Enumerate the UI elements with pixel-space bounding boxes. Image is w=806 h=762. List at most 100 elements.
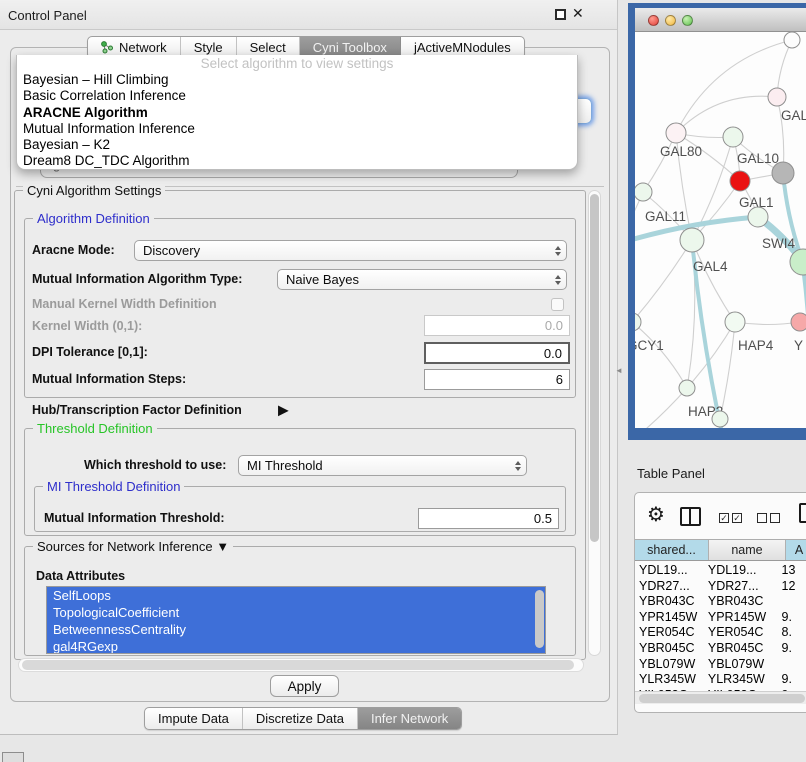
kernel-width-field[interactable]: 0.0 — [424, 315, 570, 336]
table-cell: YBL079W — [635, 657, 704, 673]
data-attributes-list[interactable]: SelfLoopsTopologicalCoefficientBetweenne… — [46, 586, 546, 654]
deselect-all-icon[interactable] — [757, 513, 780, 523]
attribute-item[interactable]: TopologicalCoefficient — [47, 604, 545, 621]
algorithm-option[interactable]: Dream8 DC_TDC Algorithm — [17, 153, 577, 169]
tab-label: Style — [194, 40, 223, 55]
table-cell: 13 — [776, 563, 806, 579]
select-all-icon[interactable]: ✓✓ — [719, 513, 742, 523]
column-header[interactable]: A — [786, 540, 806, 560]
network-edge[interactable] — [635, 240, 692, 322]
network-node[interactable] — [772, 162, 794, 184]
tab-infer-network[interactable]: Infer Network — [358, 708, 461, 729]
table-row[interactable]: YBL079WYBL079W — [635, 657, 806, 673]
attribute-item[interactable]: gal4RGexp — [47, 638, 545, 654]
table-row[interactable]: YBR043CYBR043C — [635, 594, 806, 610]
manual-kernel-width-label: Manual Kernel Width Definition — [32, 297, 217, 311]
control-panel-titlebar: Control Panel ✕ — [0, 0, 617, 30]
sources-legend-text: Sources for Network Inference — [37, 539, 213, 554]
network-node-gal[interactable] — [768, 88, 786, 106]
stepper-arrows-icon — [555, 246, 561, 256]
table-row[interactable]: YER054CYER054C8. — [635, 625, 806, 641]
zoom-traffic-light-icon[interactable] — [682, 15, 693, 26]
attribute-item[interactable]: BetweennessCentrality — [47, 621, 545, 638]
tab-discretize-data[interactable]: Discretize Data — [243, 708, 358, 729]
network-edge[interactable] — [635, 322, 687, 388]
tab-impute-data[interactable]: Impute Data — [145, 708, 243, 729]
close-icon[interactable]: ✕ — [572, 5, 584, 22]
splitter-arrow-icon[interactable]: ◄ — [615, 366, 623, 375]
manual-kernel-width-checkbox[interactable] — [551, 298, 564, 311]
expand-arrow-icon[interactable]: ▶ — [278, 402, 289, 419]
table-row[interactable]: YDR27...YDR27...12 — [635, 579, 806, 595]
collapse-arrow-icon[interactable]: ▼ — [216, 539, 229, 554]
tab-label: jActiveMNodules — [414, 40, 511, 55]
node-label: GAL4 — [693, 259, 728, 274]
algorithm-option[interactable]: Bayesian – K2 — [17, 137, 577, 153]
network-node-swi4[interactable] — [748, 207, 768, 227]
table-rows: YDL19...YDL19...13YDR27...YDR27...12YBR0… — [635, 561, 806, 691]
minimized-panel-icon[interactable] — [2, 752, 24, 762]
table-panel-card: ⚙ ✓✓ shared...nameA YDL19...YDL19...13YD… — [634, 492, 806, 713]
algorithm-option[interactable]: ARACNE Algorithm — [17, 105, 577, 121]
tab-label: Infer Network — [371, 711, 448, 726]
network-edge[interactable] — [676, 96, 777, 133]
algorithm-definition-legend: Algorithm Definition — [33, 211, 154, 226]
node-label: GCY1 — [635, 338, 664, 353]
table-row[interactable]: YDL19...YDL19...13 — [635, 563, 806, 579]
network-node-hap2[interactable] — [679, 380, 695, 396]
dpi-tolerance-field[interactable]: 0.0 — [424, 342, 570, 364]
column-header[interactable]: name — [709, 540, 786, 560]
attribute-item[interactable]: SelfLoops — [47, 587, 545, 604]
settings-vertical-scrollbar[interactable] — [588, 190, 601, 656]
bottom-tabs: Impute DataDiscretize Data Infer Network — [144, 707, 462, 730]
apply-button[interactable]: Apply — [270, 675, 339, 697]
settings-horizontal-scrollbar[interactable] — [18, 658, 584, 672]
float-window-icon[interactable] — [555, 9, 566, 20]
data-attributes-label: Data Attributes — [36, 569, 125, 583]
network-node[interactable] — [712, 411, 728, 427]
close-traffic-light-icon[interactable] — [648, 15, 659, 26]
network-canvas[interactable]: GALGAL80GAL10GAL1GAL11SWI4GAL4GCY1HAP4YH… — [635, 32, 806, 428]
minimize-traffic-light-icon[interactable] — [665, 15, 676, 26]
table-cell: YBL079W — [704, 657, 776, 673]
network-node-gal1[interactable] — [730, 171, 750, 191]
network-node-gal11[interactable] — [635, 183, 652, 201]
algorithm-option[interactable]: Bayesian – Hill Climbing — [17, 72, 577, 88]
table-toolbar: ⚙ ✓✓ — [635, 493, 806, 539]
gear-icon[interactable]: ⚙ — [647, 502, 665, 527]
network-edge[interactable] — [676, 40, 792, 133]
aracne-mode-combo[interactable]: Discovery — [134, 240, 567, 261]
mi-threshold-definition-legend: MI Threshold Definition — [43, 479, 184, 494]
column-header[interactable]: shared... — [635, 540, 709, 560]
network-icon — [101, 41, 114, 54]
list-scrollbar[interactable] — [535, 590, 544, 648]
mi-steps-field[interactable]: 6 — [424, 369, 570, 390]
table-row[interactable]: YPR145WYPR145W9. — [635, 610, 806, 626]
kernel-width-label: Kernel Width (0,1): — [32, 319, 142, 333]
network-window-titlebar[interactable] — [635, 8, 806, 32]
network-node[interactable] — [784, 32, 800, 48]
which-threshold-combo[interactable]: MI Threshold — [238, 455, 527, 476]
mi-threshold-field[interactable]: 0.5 — [418, 508, 559, 529]
node-label: GAL11 — [645, 209, 686, 224]
network-node-gal4[interactable] — [680, 228, 704, 252]
algorithm-option[interactable]: Basic Correlation Inference — [17, 88, 577, 104]
split-columns-icon[interactable] — [680, 507, 701, 526]
table-row[interactable]: YLR345WYLR345W9. — [635, 672, 806, 688]
network-node-hap4[interactable] — [725, 312, 745, 332]
mi-threshold-value: 0.5 — [534, 511, 552, 526]
network-node-y[interactable] — [791, 313, 806, 331]
network-node-gal80[interactable] — [666, 123, 686, 143]
table-cell — [776, 657, 806, 673]
document-icon[interactable] — [799, 503, 806, 523]
table-horizontal-scrollbar[interactable] — [635, 691, 806, 704]
tab-label: Network — [119, 40, 167, 55]
algorithm-option[interactable]: Mutual Information Inference — [17, 121, 577, 137]
network-edge[interactable] — [635, 388, 687, 428]
table-cell: 9. — [776, 672, 806, 688]
table-row[interactable]: YBR045CYBR045C9. — [635, 641, 806, 657]
table-cell: YPR145W — [635, 610, 704, 626]
threshold-definition-legend: Threshold Definition — [33, 421, 157, 436]
mi-algorithm-type-combo[interactable]: Naive Bayes — [277, 269, 567, 290]
network-node-gal10[interactable] — [723, 127, 743, 147]
